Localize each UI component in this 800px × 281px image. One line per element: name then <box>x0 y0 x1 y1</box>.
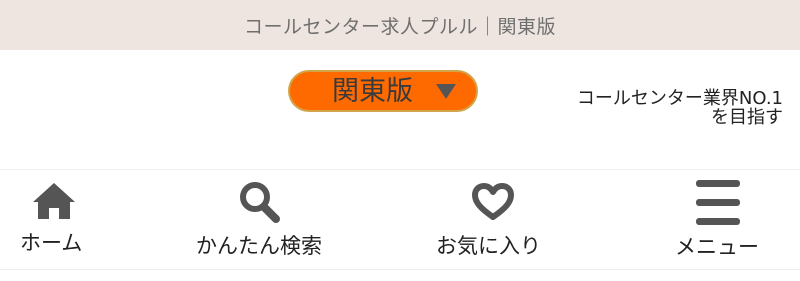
nav-label-search: かんたん検索 <box>196 234 322 258</box>
search-icon <box>240 182 280 223</box>
tagline: コールセンター業界NO.1 を目指す <box>577 89 783 127</box>
nav-item-home[interactable]: ホーム <box>0 170 120 269</box>
nav-item-search[interactable]: かんたん検索 <box>180 170 350 269</box>
tagline-line-1: コールセンター業界NO.1 <box>576 88 783 109</box>
nav-label-favorites: お気に入り <box>436 234 541 258</box>
nav-item-favorites[interactable]: お気に入り <box>420 170 570 269</box>
tagline-line-2: を目指す <box>711 107 783 128</box>
site-title: コールセンター求人プルル｜関東版 <box>243 15 556 38</box>
hamburger-menu-icon <box>696 180 740 225</box>
heart-icon <box>472 183 514 220</box>
home-icon <box>33 183 75 219</box>
region-label: 関東版 <box>332 76 413 107</box>
dropdown-arrow-icon <box>436 84 456 99</box>
region-select-button[interactable]: 関東版 <box>288 70 478 112</box>
divider <box>0 269 800 270</box>
nav-label-home: ホーム <box>20 231 83 255</box>
nav-item-menu[interactable]: メニュー <box>660 170 780 269</box>
nav-label-menu: メニュー <box>675 235 759 259</box>
site-header: コールセンター求人プルル｜関東版 <box>0 0 800 50</box>
